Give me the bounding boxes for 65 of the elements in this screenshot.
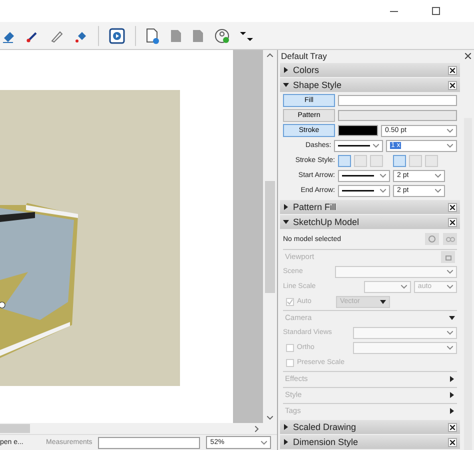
chevron-down-icon bbox=[380, 188, 386, 192]
panel-header[interactable]: Shape Style bbox=[280, 78, 460, 92]
chevron-down-icon bbox=[447, 330, 453, 334]
triangle-down-icon bbox=[283, 219, 289, 225]
panel-header[interactable]: Pattern Fill bbox=[280, 200, 460, 214]
new-page-icon[interactable] bbox=[146, 28, 160, 44]
scroll-up-icon[interactable] bbox=[267, 53, 273, 57]
scroll-right-icon[interactable] bbox=[255, 426, 259, 432]
line-icon bbox=[342, 189, 374, 192]
triangle-right-icon bbox=[449, 408, 455, 414]
triangle-right-icon bbox=[283, 424, 289, 430]
start-arrow-dropdown[interactable] bbox=[338, 170, 390, 182]
chevron-down-icon bbox=[380, 174, 386, 178]
stroke-cap-button[interactable] bbox=[393, 154, 406, 166]
close-icon[interactable] bbox=[448, 218, 457, 226]
page-icon[interactable] bbox=[192, 28, 204, 42]
stroke-swatch[interactable] bbox=[338, 125, 378, 136]
chevron-down-icon bbox=[447, 270, 453, 274]
scroll-down-icon[interactable] bbox=[267, 416, 273, 420]
triangle-right-icon bbox=[449, 376, 455, 382]
chevron-down-icon bbox=[447, 284, 453, 288]
close-icon[interactable] bbox=[448, 80, 457, 90]
pen-icon[interactable] bbox=[50, 28, 64, 42]
measurements-field[interactable] bbox=[98, 436, 200, 448]
play-icon[interactable] bbox=[109, 28, 125, 44]
panel-header[interactable]: Dimension Style bbox=[280, 435, 460, 449]
page-icon[interactable] bbox=[170, 28, 182, 42]
scrollbar-thumb[interactable] bbox=[0, 424, 30, 433]
stroke-join-button[interactable] bbox=[338, 154, 351, 166]
panel-header[interactable]: SketchUp Model bbox=[280, 215, 460, 229]
triangle-down-icon bbox=[380, 298, 386, 304]
triangle-down-icon bbox=[449, 314, 455, 320]
chevron-down-icon bbox=[435, 174, 441, 178]
close-icon[interactable] bbox=[465, 53, 471, 59]
triangle-right-icon bbox=[283, 439, 289, 445]
triangle-right-icon bbox=[449, 392, 455, 398]
user-icon[interactable] bbox=[214, 28, 230, 44]
chevron-down-icon bbox=[447, 346, 453, 350]
close-icon[interactable] bbox=[448, 422, 457, 432]
chevron-down-icon bbox=[447, 144, 453, 148]
chevron-down-icon bbox=[400, 284, 407, 288]
dashes-dropdown[interactable] bbox=[334, 140, 383, 152]
triangle-down-icon bbox=[283, 82, 289, 88]
chevron-down-icon bbox=[261, 440, 268, 444]
chevron-down-icon bbox=[447, 128, 453, 132]
triangle-right-icon bbox=[283, 204, 289, 210]
scrollbar-thumb[interactable] bbox=[265, 180, 275, 292]
maximize-icon[interactable] bbox=[432, 7, 440, 15]
pattern-swatch[interactable] bbox=[338, 110, 457, 121]
line-icon bbox=[338, 144, 370, 147]
line-icon bbox=[342, 174, 374, 177]
close-icon[interactable] bbox=[448, 438, 457, 446]
triangle-right-icon bbox=[283, 67, 289, 73]
panel-header[interactable]: Colors bbox=[280, 63, 460, 77]
close-icon[interactable] bbox=[448, 66, 457, 74]
panel-header[interactable]: Scaled Drawing bbox=[280, 420, 460, 434]
chevron-down-icon bbox=[372, 144, 379, 148]
chevron-down-icon bbox=[435, 188, 441, 192]
ortho-checkbox[interactable] bbox=[286, 344, 294, 352]
close-icon[interactable] bbox=[448, 202, 457, 212]
preserve-scale-checkbox[interactable] bbox=[286, 358, 294, 366]
fill-swatch[interactable] bbox=[338, 95, 457, 106]
auto-checkbox[interactable] bbox=[286, 298, 294, 306]
tray-title: Default Tray bbox=[281, 51, 327, 61]
end-arrow-dropdown[interactable] bbox=[338, 184, 390, 196]
